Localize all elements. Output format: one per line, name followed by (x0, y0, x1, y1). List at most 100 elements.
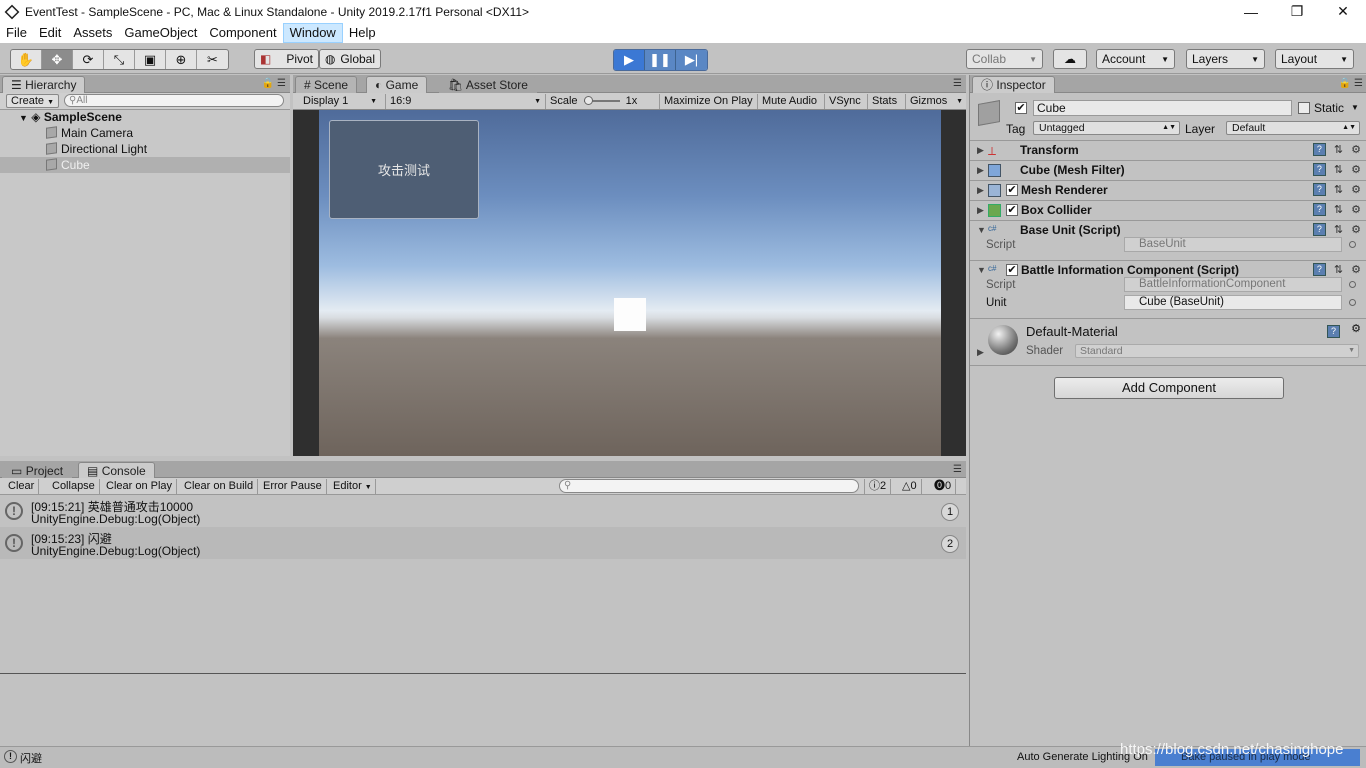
rect-tool-icon[interactable]: ▣ (135, 50, 166, 69)
log-entry[interactable]: ! [09:15:21] 英雄普通攻击10000 UnityEngine.Deb… (0, 495, 966, 527)
error-filter-toggle[interactable]: ⓿0 (930, 479, 957, 494)
object-picker-icon[interactable] (1349, 241, 1356, 248)
create-dropdown[interactable]: Create ▼ (6, 94, 60, 108)
maximize-button[interactable]: ❐ (1274, 0, 1320, 23)
clear-on-build-button[interactable]: Clear on Build (180, 479, 259, 494)
stats-toggle[interactable]: Stats (867, 94, 901, 109)
panel-menu-icon[interactable]: 🔒 ☰ (262, 78, 286, 89)
clear-on-play-button[interactable]: Clear on Play (102, 479, 178, 494)
component-transform[interactable]: ▶ ⟂ Transform ? ⇅ ⚙ (970, 140, 1366, 160)
preset-icon[interactable]: ⇅ (1334, 183, 1343, 196)
enabled-checkbox[interactable]: ✔ (1006, 204, 1018, 216)
tab-scene[interactable]: # Scene (295, 76, 358, 93)
attack-test-button[interactable]: 攻击测试 (329, 120, 479, 219)
info-filter-toggle[interactable]: ⓘ2 (864, 479, 892, 494)
hierarchy-item[interactable]: Directional Light (0, 141, 290, 157)
collab-dropdown[interactable]: Collab ▼ (966, 49, 1043, 69)
tag-dropdown[interactable]: Untagged ▲▼ (1033, 121, 1180, 135)
close-button[interactable]: ✕ (1320, 0, 1366, 23)
play-icon[interactable]: ▶ (614, 50, 645, 70)
expand-triangle-icon[interactable]: ▶ (977, 347, 984, 358)
gear-icon[interactable]: ⚙ (1351, 223, 1361, 236)
minimize-button[interactable]: — (1228, 0, 1274, 23)
layout-dropdown[interactable]: Layout ▼ (1275, 49, 1354, 69)
hierarchy-search-input[interactable]: ⚲All (64, 94, 284, 107)
gear-icon[interactable]: ⚙ (1351, 322, 1361, 335)
display-dropdown[interactable]: Display 1 ▼ (299, 94, 379, 109)
pause-icon[interactable]: ❚❚ (645, 50, 676, 70)
game-viewport[interactable]: 攻击测试 (319, 110, 941, 456)
mute-audio-toggle[interactable]: Mute Audio (757, 94, 821, 109)
help-book-icon[interactable]: ? (1312, 183, 1326, 196)
preset-icon[interactable]: ⇅ (1334, 143, 1343, 156)
help-book-icon[interactable]: ? (1312, 263, 1326, 276)
gear-icon[interactable]: ⚙ (1351, 143, 1361, 156)
object-name-field[interactable]: Cube (1033, 100, 1292, 116)
tab-hierarchy[interactable]: ☰ Hierarchy (2, 76, 86, 93)
vsync-toggle[interactable]: VSync (824, 94, 865, 109)
panel-menu-icon[interactable]: ☰ (953, 78, 962, 89)
tab-project[interactable]: ▭ Project (2, 462, 73, 479)
scale-slider[interactable]: Scale 1x (545, 94, 657, 109)
console-splitter[interactable] (0, 673, 966, 674)
static-checkbox[interactable] (1298, 102, 1310, 114)
scale-tool-icon[interactable]: ⤡ (104, 50, 135, 69)
hand-tool-icon[interactable]: ✋ (11, 50, 42, 69)
menu-component[interactable]: Component (203, 23, 282, 43)
help-book-icon[interactable]: ? (1327, 323, 1340, 338)
menu-gameobject[interactable]: GameObject (118, 23, 203, 43)
component-mesh-filter[interactable]: ▶ Cube (Mesh Filter) ? ⇅ ⚙ (970, 160, 1366, 180)
log-entry[interactable]: ! [09:15:23] 闪避 UnityEngine.Debug:Log(Ob… (0, 527, 966, 559)
move-tool-icon[interactable]: ✥ (42, 50, 73, 69)
preset-icon[interactable]: ⇅ (1334, 163, 1343, 176)
component-box-collider[interactable]: ▶ ✔ Box Collider ? ⇅ ⚙ (970, 200, 1366, 220)
gear-icon[interactable]: ⚙ (1351, 263, 1361, 276)
transform-tool-icon[interactable]: ⊕ (166, 50, 197, 69)
tab-inspector[interactable]: ⓘ Inspector (972, 76, 1055, 93)
help-book-icon[interactable]: ? (1312, 163, 1326, 176)
preset-icon[interactable]: ⇅ (1334, 223, 1343, 236)
add-component-button[interactable]: Add Component (1054, 377, 1284, 399)
menu-assets[interactable]: Assets (67, 23, 118, 43)
gear-icon[interactable]: ⚙ (1351, 203, 1361, 216)
menu-edit[interactable]: Edit (33, 23, 67, 43)
warning-filter-toggle[interactable]: △0 (898, 479, 922, 494)
menu-window[interactable]: Window (282, 23, 343, 43)
help-book-icon[interactable]: ? (1312, 223, 1326, 236)
maximize-on-play-toggle[interactable]: Maximize On Play (659, 94, 757, 109)
gear-icon[interactable]: ⚙ (1351, 183, 1361, 196)
hierarchy-item-selected[interactable]: Cube (0, 157, 290, 173)
menu-file[interactable]: File (0, 23, 33, 43)
pivot-toggle[interactable]: ◧ Pivot (254, 49, 319, 69)
panel-menu-icon[interactable]: 🔒 ☰ (1339, 78, 1363, 89)
chevron-down-icon[interactable]: ▼ (1351, 103, 1359, 112)
active-checkbox[interactable]: ✔ (1015, 102, 1027, 114)
account-dropdown[interactable]: Account ▼ (1096, 49, 1175, 69)
error-pause-button[interactable]: Error Pause (259, 479, 327, 494)
rotate-tool-icon[interactable]: ⟳ (73, 50, 104, 69)
preset-icon[interactable]: ⇅ (1334, 203, 1343, 216)
enabled-checkbox[interactable]: ✔ (1006, 264, 1018, 276)
clear-button[interactable]: Clear (4, 479, 40, 494)
scene-row[interactable]: ▼ ◈ SampleScene (0, 109, 290, 125)
aspect-dropdown[interactable]: 16:9 ▼ (385, 94, 543, 109)
step-icon[interactable]: ▶| (676, 50, 707, 70)
status-message[interactable]: 闪避 (20, 750, 42, 766)
help-book-icon[interactable]: ? (1312, 203, 1326, 216)
gizmos-dropdown[interactable]: Gizmos ▼ (905, 94, 965, 109)
scale-slider-thumb[interactable] (583, 96, 593, 106)
collapse-button[interactable]: Collapse (48, 479, 100, 494)
layer-dropdown[interactable]: Default ▲▼ (1226, 121, 1360, 135)
layers-dropdown[interactable]: Layers ▼ (1186, 49, 1265, 69)
tab-asset-store[interactable]: 🛍 Asset Store (439, 76, 537, 93)
cloud-button[interactable]: ☁ (1053, 49, 1087, 69)
unit-field[interactable]: Cube (BaseUnit) (1124, 295, 1342, 310)
editor-dropdown[interactable]: Editor ▼ (329, 479, 376, 494)
gear-icon[interactable]: ⚙ (1351, 163, 1361, 176)
console-search-input[interactable]: ⚲ (559, 479, 859, 493)
object-picker-icon[interactable] (1349, 281, 1356, 288)
menu-help[interactable]: Help (343, 23, 382, 43)
panel-menu-icon[interactable]: ☰ (953, 464, 962, 475)
component-mesh-renderer[interactable]: ▶ ✔ Mesh Renderer ? ⇅ ⚙ (970, 180, 1366, 200)
tab-console[interactable]: ▤ Console (78, 462, 155, 479)
